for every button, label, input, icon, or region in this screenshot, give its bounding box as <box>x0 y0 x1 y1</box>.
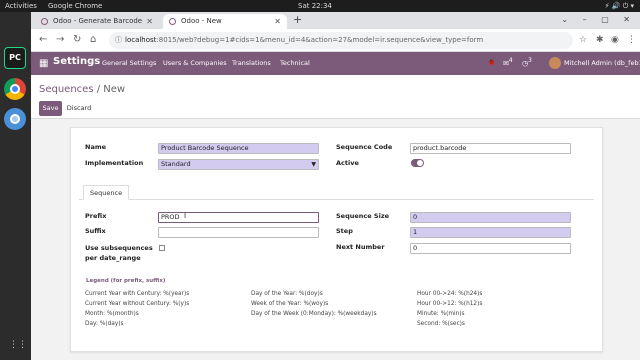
tab-odoo-new[interactable]: Odoo - New ✕ <box>163 14 287 29</box>
breadcrumb-current: New <box>103 84 126 95</box>
text-cursor-icon: I <box>184 212 187 220</box>
odoo-favicon-icon <box>169 18 176 25</box>
control-panel: Sequences / New Save Discard <box>31 75 640 119</box>
chrome-menu-icon[interactable]: ⋮ <box>627 35 636 45</box>
sequence-size-label: Sequence Size <box>336 212 390 220</box>
step-label: Step <box>336 227 353 235</box>
legend-item: Week of the Year: %(woy)s <box>251 301 329 307</box>
form-canvas: Name Product Barcode Sequence Implementa… <box>31 119 640 360</box>
active-label: Active <box>336 159 359 167</box>
prefix-field[interactable]: PROD <box>158 212 319 223</box>
url-path: :8015/web?debug=1#cids=1&menu_id=4&actio… <box>156 36 484 44</box>
profile-icon[interactable]: ◉ <box>611 35 619 45</box>
url-host: localhost <box>125 36 157 44</box>
name-label: Name <box>85 143 107 151</box>
address-toolbar: ← → ↻ ⌂ ⓘ localhost:8015/web?debug=1#cid… <box>31 29 640 52</box>
pycharm-icon[interactable]: PC <box>4 47 26 69</box>
close-tab-icon[interactable]: ✕ <box>274 14 281 29</box>
activity-icon[interactable]: ◷3 <box>522 58 532 67</box>
menu-general-settings[interactable]: General Settings <box>102 59 156 67</box>
close-tab-icon[interactable]: ✕ <box>146 14 153 29</box>
menu-technical[interactable]: Technical <box>280 59 310 67</box>
implementation-label: Implementation <box>85 159 144 167</box>
legend-item: Hour 00->24: %(h24)s <box>417 291 483 297</box>
odoo-main-navbar: ▦ Settings General Settings Users & Comp… <box>31 52 640 75</box>
legend-item: Minute: %(min)s <box>417 311 465 317</box>
name-field[interactable]: Product Barcode Sequence <box>158 143 319 154</box>
apps-menu-icon[interactable]: ▦ <box>39 58 48 69</box>
app-dock: PC ⋮⋮ <box>0 12 31 360</box>
chrome-icon[interactable] <box>4 78 26 100</box>
system-tray-icons[interactable]: ⚡ 🔊 ⏻ ▾ <box>605 0 634 12</box>
extensions-icon[interactable]: ✱ <box>596 35 604 45</box>
save-button[interactable]: Save <box>39 101 62 116</box>
breadcrumb-sequences-link[interactable]: Sequences <box>39 84 94 95</box>
legend-title: Legend (for prefix, suffix) <box>86 278 166 284</box>
forward-icon[interactable]: → <box>56 34 64 45</box>
legend-item: Hour 00->12: %(h12)s <box>417 301 483 307</box>
active-app-label[interactable]: Google Chrome <box>48 0 102 12</box>
tab-sequence[interactable]: Sequence <box>83 185 130 200</box>
show-apps-icon[interactable]: ⋮⋮ <box>9 340 27 350</box>
menu-users-companies[interactable]: Users & Companies <box>163 59 227 67</box>
window-controls[interactable]: ⌄ – ▢ ✕ <box>561 15 636 24</box>
tab-strip: Odoo - Generate Barcode ✕ Odoo - New ✕ +… <box>31 12 640 29</box>
toggle-knob <box>417 160 423 166</box>
new-tab-icon[interactable]: + <box>293 13 302 26</box>
legend-item: Day: %(day)s <box>85 321 124 327</box>
address-bar[interactable]: ⓘ localhost:8015/web?debug=1#cids=1&menu… <box>109 32 573 49</box>
bookmark-star-icon[interactable]: ☆ <box>579 35 587 45</box>
breadcrumb-separator: / <box>93 84 104 95</box>
legend-item: Second: %(sec)s <box>417 321 465 327</box>
user-menu[interactable]: Mitchell Admin (db_feb19) <box>564 59 640 67</box>
debug-bug-icon[interactable]: 🐞 <box>487 58 496 66</box>
sequence-code-label: Sequence Code <box>336 143 393 151</box>
legend-item: Month: %(month)s <box>85 311 139 317</box>
site-info-icon[interactable]: ⓘ <box>115 32 122 49</box>
implementation-select[interactable]: Standard ▼ <box>158 159 319 170</box>
legend-item: Day of the Week (0:Monday): %(weekday)s <box>251 311 377 317</box>
subsequences-checkbox[interactable] <box>159 245 165 251</box>
subsequences-label-line1: Use subsequences <box>85 244 153 252</box>
system-top-bar: Activities Google Chrome Sat 22:34 ⚡ 🔊 ⏻… <box>0 0 640 12</box>
app-title[interactable]: Settings <box>53 56 100 67</box>
prefix-value: PROD <box>161 213 180 221</box>
suffix-field[interactable] <box>158 227 319 238</box>
form-sheet: Name Product Barcode Sequence Implementa… <box>70 127 603 352</box>
tab-generate-barcode[interactable]: Odoo - Generate Barcode ✕ <box>35 14 159 29</box>
breadcrumb: Sequences / New <box>39 84 125 95</box>
implementation-value: Standard <box>161 160 191 168</box>
back-icon[interactable]: ← <box>39 34 47 45</box>
suffix-label: Suffix <box>85 227 106 235</box>
activity-count-badge: 3 <box>528 58 532 64</box>
discard-button[interactable]: Discard <box>64 101 94 116</box>
legend-item: Day of the Year: %(doy)s <box>251 291 323 297</box>
odoo-favicon-icon <box>41 18 48 25</box>
chromium-icon[interactable] <box>4 108 26 130</box>
notebook-header-line <box>79 199 594 200</box>
sequence-size-field[interactable]: 0 <box>410 212 571 223</box>
tab-title: Odoo - New <box>181 17 222 25</box>
next-number-label: Next Number <box>336 243 385 251</box>
system-clock[interactable]: Sat 22:34 <box>298 0 332 12</box>
reload-icon[interactable]: ↻ <box>73 34 81 45</box>
chat-count-badge: 4 <box>508 58 513 64</box>
prefix-label: Prefix <box>85 212 107 220</box>
menu-translations[interactable]: Translations <box>232 59 271 67</box>
tab-title: Odoo - Generate Barcode <box>53 17 143 25</box>
activities-button[interactable]: Activities <box>5 0 37 12</box>
active-toggle[interactable] <box>411 159 424 167</box>
legend-item: Current Year with Century: %(year)s <box>85 291 190 297</box>
home-icon[interactable]: ⌂ <box>90 34 96 45</box>
sequence-code-field[interactable]: product.barcode <box>410 143 571 154</box>
chevron-down-icon: ▼ <box>311 161 316 168</box>
browser-window: Odoo - Generate Barcode ✕ Odoo - New ✕ +… <box>31 12 640 360</box>
chat-icon[interactable]: ✉4 <box>503 58 513 67</box>
next-number-field[interactable]: 0 <box>410 243 571 254</box>
subsequences-label-line2: per date_range <box>85 254 141 262</box>
step-field[interactable]: 1 <box>410 227 571 238</box>
avatar[interactable] <box>549 57 561 69</box>
subsequences-label: Use subsequences per date_range <box>85 243 153 263</box>
legend-item: Current Year without Century: %(y)s <box>85 301 190 307</box>
